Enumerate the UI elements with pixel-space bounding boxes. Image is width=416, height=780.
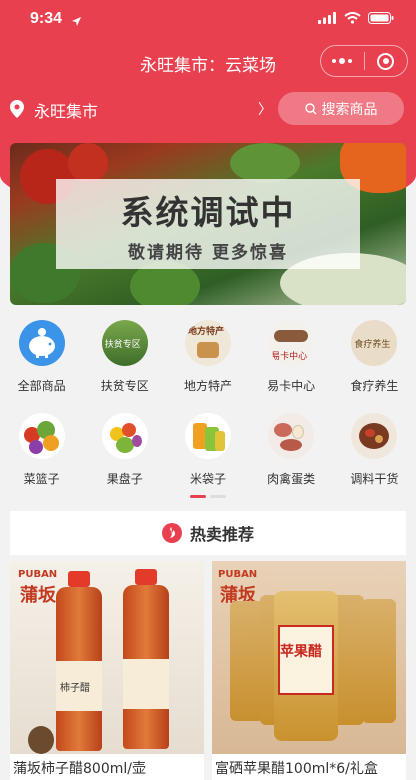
product-image: PUBAN 蒲坂 柿子醋 [10, 561, 204, 754]
category-label: 菜篮子 [23, 472, 60, 486]
vinegar-bottle [115, 569, 177, 749]
category-panel: 全部商品 扶贫专区 扶贫专区 地方特产 地方特产 易卡中心 易卡中心 食疗养生 [0, 305, 416, 505]
battery-icon [368, 12, 394, 24]
location-selector[interactable]: 永旺集市 [34, 98, 98, 122]
status-icons [318, 12, 394, 24]
banner-title: 系统调试中 [120, 192, 296, 232]
category-label: 易卡中心 [267, 379, 316, 393]
fruit-plate-icon [101, 413, 148, 459]
vegetable-basket-icon [18, 413, 65, 459]
rice-bag-icon [184, 413, 231, 459]
banner-overlay: 系统调试中 敬请期待 更多惊喜 [56, 179, 360, 269]
category-health-food[interactable]: 食疗养生 食疗养生 [333, 320, 416, 405]
hand-decoration [274, 330, 309, 342]
location-search-row: 永旺集市 〉 搜索商品 [0, 92, 416, 126]
handshake-icon: 易卡中心 [268, 320, 315, 366]
hot-recommend-header: 热卖推荐 [10, 511, 406, 555]
product-card[interactable]: PUBAN 蒲坂 柿子醋 蒲坂柿子醋800ml/壶 [10, 561, 204, 780]
chevron-right-icon[interactable]: 〉 [258, 99, 272, 119]
category-fruit-plate[interactable]: 果盘子 [83, 413, 166, 498]
search-icon [304, 102, 316, 114]
category-badge: 地方特产 [187, 327, 224, 337]
category-badge: 易卡中心 [271, 352, 308, 362]
bottle-label: 苹果醋 [280, 644, 322, 660]
poverty-relief-icon: 扶贫专区 [101, 320, 148, 366]
brand-latin-text: PUBAN [218, 569, 258, 580]
category-meat-eggs[interactable]: 肉禽蛋类 [250, 413, 333, 498]
category-label: 肉禽蛋类 [267, 472, 316, 486]
hot-recommend-label: 热卖推荐 [189, 525, 254, 544]
category-badge: 扶贫专区 [104, 340, 141, 350]
signal-icon [318, 12, 336, 24]
vinegar-bottle: 苹果醋 [274, 591, 338, 741]
broccoli-decoration [230, 143, 300, 183]
tomato-decoration [68, 143, 108, 183]
category-grid: 全部商品 扶贫专区 扶贫专区 地方特产 地方特产 易卡中心 易卡中心 食疗养生 [0, 320, 416, 498]
status-time: 9:34 [30, 10, 63, 27]
target-icon [377, 52, 395, 70]
mini-program-capsule [320, 45, 408, 77]
more-dots-icon [332, 58, 353, 64]
banner-subtitle: 敬请期待 更多惊喜 [128, 242, 288, 263]
category-vegetable-basket[interactable]: 菜篮子 [0, 413, 83, 498]
pager-dot [210, 495, 226, 498]
close-mini-program-button[interactable] [365, 46, 408, 76]
status-bar: 9:34 [0, 0, 416, 40]
search-button-label: 搜索商品 [321, 101, 378, 118]
search-button[interactable]: 搜索商品 [278, 92, 404, 125]
product-image: PUBAN 蒲坂 苹果醋 [212, 561, 406, 754]
category-label: 扶贫专区 [100, 379, 149, 393]
pinecone-decoration [28, 726, 54, 754]
bottle-label: 柿子醋 [60, 683, 90, 694]
location-pin-icon [10, 100, 24, 122]
category-pager [190, 495, 226, 498]
category-badge: 食疗养生 [354, 340, 391, 350]
cake-decoration [196, 342, 219, 358]
product-name: 富硒苹果醋100ml*6/礼盒 [215, 761, 378, 777]
category-rice-bag[interactable]: 米袋子 [166, 413, 249, 498]
product-card[interactable]: PUBAN 蒲坂 苹果醋 富硒苹果醋100ml*6/礼盒 [212, 561, 406, 780]
wifi-icon [344, 12, 361, 24]
category-label: 地方特产 [183, 379, 232, 393]
piggy-bank-icon [18, 320, 65, 366]
health-food-icon: 食疗养生 [351, 320, 398, 366]
category-label: 调料干货 [350, 472, 399, 486]
category-label: 米袋子 [189, 472, 226, 486]
category-spices[interactable]: 调料干货 [333, 413, 416, 498]
category-local-specialty[interactable]: 地方特产 地方特产 [166, 320, 249, 405]
category-label: 全部商品 [17, 379, 66, 393]
fire-badge-icon [161, 523, 182, 543]
category-label: 食疗养生 [350, 379, 399, 393]
category-label: 果盘子 [106, 472, 143, 486]
category-poverty-relief[interactable]: 扶贫专区 扶贫专区 [83, 320, 166, 405]
pager-dot-active [190, 495, 206, 498]
meat-eggs-icon [268, 413, 315, 459]
more-menu-button[interactable] [321, 46, 364, 76]
vinegar-bottle: 柿子醋 [48, 571, 110, 751]
banner[interactable]: 系统调试中 敬请期待 更多惊喜 [10, 143, 406, 305]
product-list: PUBAN 蒲坂 柿子醋 蒲坂柿子醋800ml/壶 PUBAN 蒲坂 苹果醋 富… [10, 561, 406, 780]
category-all-products[interactable]: 全部商品 [0, 320, 83, 405]
product-name: 蒲坂柿子醋800ml/壶 [13, 761, 146, 777]
local-specialty-icon: 地方特产 [184, 320, 231, 366]
location-arrow-icon [71, 12, 82, 31]
category-easy-card[interactable]: 易卡中心 易卡中心 [250, 320, 333, 405]
spices-icon [351, 413, 398, 459]
